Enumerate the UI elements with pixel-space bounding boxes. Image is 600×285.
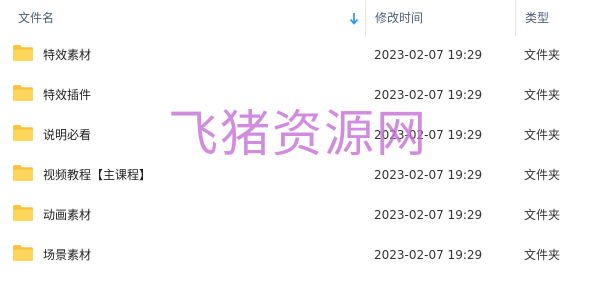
column-header-type[interactable]: 类型	[515, 0, 600, 36]
folder-icon	[13, 125, 33, 141]
folder-icon	[13, 45, 33, 61]
sort-down-arrow-icon[interactable]	[349, 12, 359, 26]
watermark-text: 飞猪资源网	[168, 105, 428, 163]
file-type: 文件夹	[524, 88, 561, 102]
column-header-name[interactable]: 文件名	[0, 0, 365, 36]
file-name: 特效素材	[43, 48, 92, 62]
folder-icon	[13, 245, 33, 261]
folder-icon	[13, 165, 33, 181]
file-modified: 2023-02-07 19:29	[374, 48, 483, 62]
file-type: 文件夹	[524, 48, 561, 62]
file-name: 说明必看	[43, 128, 92, 142]
file-modified: 2023-02-07 19:29	[374, 248, 483, 262]
folder-icon	[13, 85, 33, 101]
file-row[interactable]: 特效素材 2023-02-07 19:29 文件夹	[0, 36, 600, 76]
file-type: 文件夹	[524, 128, 561, 142]
file-name: 特效插件	[43, 88, 92, 102]
file-name: 视频教程【主课程】	[43, 168, 152, 182]
column-header: 文件名 修改时间 类型	[0, 0, 600, 36]
file-name: 场景素材	[43, 248, 92, 262]
file-type: 文件夹	[524, 208, 561, 222]
column-header-modified[interactable]: 修改时间	[365, 0, 515, 36]
file-type: 文件夹	[524, 168, 561, 182]
folder-icon	[13, 205, 33, 221]
file-row[interactable]: 场景素材 2023-02-07 19:29 文件夹	[0, 236, 600, 276]
file-name: 动画素材	[43, 208, 92, 222]
file-modified: 2023-02-07 19:29	[374, 208, 483, 222]
file-row[interactable]: 动画素材 2023-02-07 19:29 文件夹	[0, 196, 600, 236]
file-type: 文件夹	[524, 248, 561, 262]
